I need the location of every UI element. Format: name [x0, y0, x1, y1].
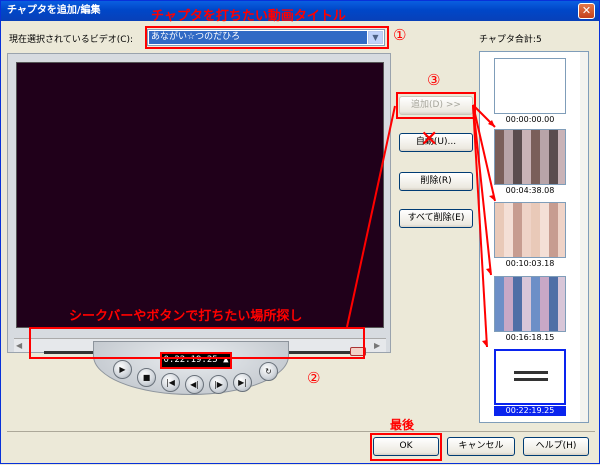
annotation-arrows: [346, 104, 496, 348]
arrowhead-icon: [489, 195, 495, 201]
annotation-arrow-to-seek: [346, 105, 396, 328]
arrowhead-icon: [486, 268, 491, 275]
chapter-dialog-window: チャプタを追加/編集 ✕ 現在選択されているビデオ(C): あながい☆つのだひろ…: [0, 0, 600, 464]
arrowhead-icon: [482, 340, 487, 347]
